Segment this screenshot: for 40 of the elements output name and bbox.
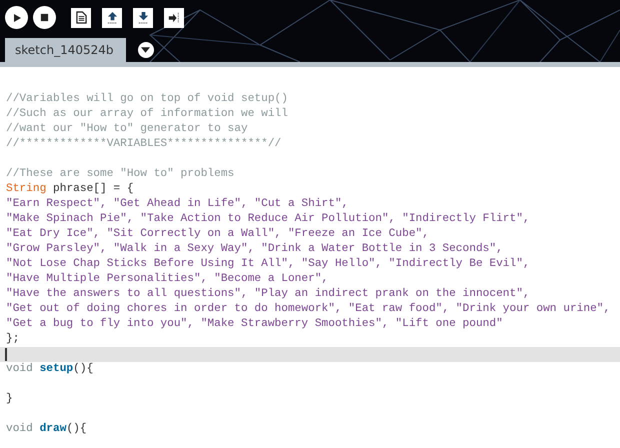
up-arrow-icon (106, 11, 118, 24)
string-literal: "Have Multiple Personalities", "Become a Loner", (6, 273, 328, 285)
code-text: } (6, 393, 13, 405)
down-arrow-icon (138, 11, 148, 24)
type-keyword: String (6, 183, 46, 195)
save-button[interactable] (133, 8, 153, 28)
string-literal: "Get a bug to fly into you", "Make Strawberry Smoothies", "Lift one pound" (6, 318, 503, 330)
function-name: draw (40, 423, 66, 435)
code-comment: //want our "How to" generator to say (6, 123, 248, 135)
export-button[interactable] (164, 8, 184, 28)
keyword: void (6, 423, 34, 435)
code-text: }; (6, 333, 20, 345)
code-text: (){ (73, 363, 94, 375)
code-comment: //*************VARIABLES***************// (6, 138, 282, 150)
right-arrow-icon (168, 12, 180, 24)
string-literal: "Have the answers to all questions", "Play an indirect prank on the innocent", (6, 288, 530, 300)
tab-menu-button[interactable] (138, 42, 154, 58)
code-text: phrase[] = { (52, 183, 134, 195)
string-literal: "Get out of doing chores in order to do homework", "Eat raw food", "Drink your own urine", (6, 303, 610, 315)
keyword: void (6, 363, 34, 375)
run-button[interactable] (5, 6, 28, 29)
function-name: setup (40, 363, 74, 375)
caret-icon (141, 47, 150, 53)
code-comment: //These are some "How to" problems (6, 168, 234, 180)
new-button[interactable] (71, 8, 91, 28)
code-comment: //Variables will go on top of void setup() (6, 93, 288, 105)
text-cursor (5, 348, 6, 361)
code-comment: //Such as our array of information we will (6, 108, 288, 120)
stop-icon (40, 13, 49, 22)
stop-button[interactable] (33, 6, 56, 29)
string-literal: "Eat Dry Ice", "Sit Correctly on a Wall", "Freeze an Ice Cube", (6, 228, 429, 240)
string-literal: "Earn Respect", "Get Ahead in Life", "Cut a Shirt", (6, 198, 348, 210)
string-literal: "Grow Parsley", "Walk in a Sexy Way", "Drink a Water Bottle in 3 Seconds", (6, 243, 503, 255)
string-literal: "Make Spinach Pie", "Take Action to Reduce Air Pollution", "Indirectly Flirt", (6, 213, 530, 225)
open-button[interactable] (102, 8, 122, 28)
sketch-tab[interactable]: sketch_140524b (5, 38, 126, 62)
document-icon (76, 11, 86, 24)
code-text: (){ (66, 423, 87, 435)
string-literal: "Not Lose Chap Sticks Before Using It All", "Say Hello", "Indirectly Be Evil", (6, 258, 530, 270)
play-icon (12, 12, 22, 22)
